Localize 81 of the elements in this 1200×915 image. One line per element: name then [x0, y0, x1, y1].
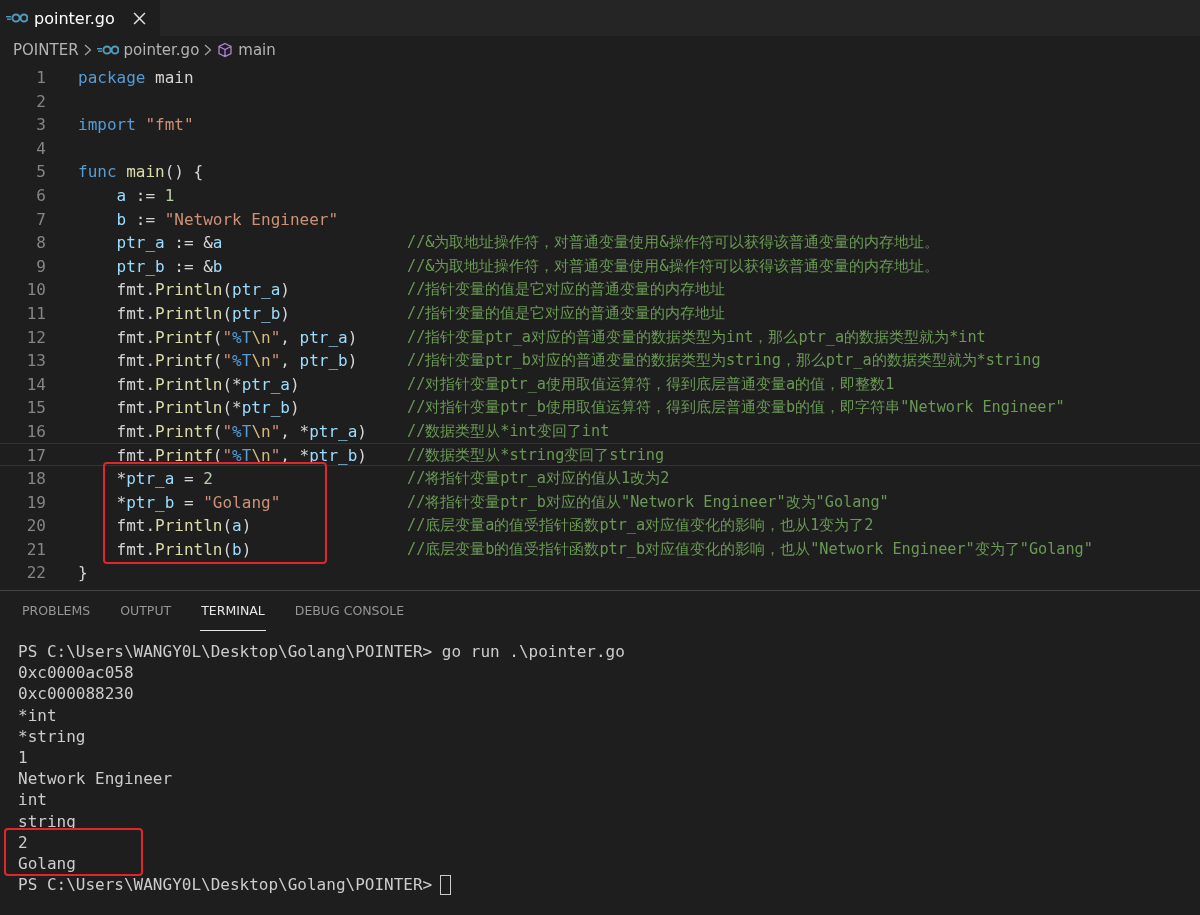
line-number: 20: [25, 515, 46, 538]
line-number: 11: [25, 302, 46, 325]
terminal-line: 2: [18, 831, 28, 853]
line-number: 18: [25, 468, 46, 491]
code-line: ptr_a := &a: [116, 232, 223, 255]
code-line: ptr_b := &b: [116, 255, 223, 278]
code-line: import "fmt": [78, 114, 194, 137]
code-comment: //指针变量的值是它对应的普通变量的内存地址: [407, 279, 727, 301]
line-number: 5: [35, 161, 46, 184]
file-type-icon: [96, 45, 119, 55]
chevron-icon: [204, 44, 213, 56]
terminal-line: *int: [18, 704, 57, 726]
code-line: b := "Network Engineer": [116, 208, 339, 231]
chevron-icon: [83, 44, 92, 56]
line-number: 22: [25, 562, 46, 585]
breadcrumb-item[interactable]: POINTER: [13, 41, 79, 59]
code-line: *ptr_a = 2: [116, 468, 213, 491]
terminal-line: string: [18, 810, 76, 832]
terminal-line: PS C:\Users\WANGY0L\Desktop\Golang\POINTER> go run .\pointer.go: [18, 641, 625, 663]
terminal-line: *string: [18, 725, 86, 747]
code-line: package main: [78, 67, 194, 89]
cube-icon: [217, 42, 234, 58]
close-icon[interactable]: [132, 11, 146, 25]
breadcrumb-item[interactable]: pointer.go: [123, 41, 200, 59]
code-line: fmt.Println(a): [116, 515, 252, 538]
terminal-line: PS C:\Users\WANGY0L\Desktop\Golang\POINTER>: [18, 874, 433, 896]
code-line: fmt.Println(ptr_a): [116, 279, 290, 302]
code-comment: //将指针变量ptr_a对应的值从1改为2: [407, 468, 671, 490]
file-type-icon: [6, 13, 28, 23]
code-line: }: [78, 562, 88, 585]
code-comment: //底层变量b的值受指针函数ptr_b对应值变化的影响，也从"Network Engineer"变为了"Golang": [407, 538, 1094, 560]
line-number: 1: [35, 67, 46, 89]
line-number: 13: [25, 350, 46, 373]
panel-tab[interactable]: OUTPUT: [119, 591, 173, 632]
editor-tab[interactable]: pointer.go: [0, 0, 160, 36]
line-number: 4: [35, 137, 46, 160]
line-number: 3: [35, 114, 46, 137]
line-number: 16: [25, 420, 46, 443]
code-comment: //对指针变量ptr_b使用取值运算符，得到底层普通变量b的值，即字符串"Network Engineer": [407, 397, 1066, 419]
line-number: 15: [25, 397, 46, 420]
code-comment: //数据类型从*string变回了string: [407, 444, 666, 466]
code-comment: //底层变量a的值受指针函数ptr_a对应值变化的影响，也从1变为了2: [407, 515, 875, 537]
terminal-line: Network Engineer: [18, 768, 173, 790]
code-line: fmt.Printf("%T\n", *ptr_a): [116, 420, 367, 443]
breadcrumb-item[interactable]: main: [238, 41, 276, 59]
line-number: 12: [25, 326, 46, 349]
code-line: *ptr_b = "Golang": [116, 491, 281, 514]
line-number: 17: [25, 444, 46, 467]
code-line: fmt.Println(b): [116, 538, 252, 561]
code-line: fmt.Println(*ptr_b): [116, 397, 300, 420]
terminal-line: Golang: [18, 852, 76, 875]
code-line: fmt.Printf("%T\n", ptr_a): [116, 326, 358, 349]
line-number: 8: [35, 232, 46, 255]
panel-tab[interactable]: DEBUG CONSOLE: [293, 591, 406, 632]
code-comment: //&为取地址操作符，对普通变量使用&操作符可以获得该普通变量的内存地址。: [407, 232, 940, 254]
code-line: fmt.Println(*ptr_a): [116, 373, 300, 396]
line-number: 9: [35, 255, 46, 278]
line-number: 10: [25, 279, 46, 302]
code-comment: //&为取地址操作符，对普通变量使用&操作符可以获得该普通变量的内存地址。: [407, 255, 940, 277]
code-comment: //指针变量ptr_b对应的普通变量的数据类型为string，那么ptr_a的数据类型就为*string: [407, 350, 1042, 372]
code-line: func main() {: [78, 161, 204, 184]
line-number: 14: [25, 373, 46, 396]
code-comment: //指针变量的值是它对应的普通变量的内存地址: [407, 302, 727, 324]
code-line: fmt.Printf("%T\n", ptr_b): [116, 350, 358, 373]
line-number: 6: [35, 184, 46, 207]
code-comment: //将指针变量ptr_b对应的值从"Network Engineer"改为"Golang": [407, 491, 890, 513]
line-number: 19: [25, 491, 46, 514]
line-number: 2: [35, 90, 46, 113]
line-number: 21: [25, 538, 46, 561]
panel-tab[interactable]: PROBLEMS: [21, 591, 92, 632]
panel-tab[interactable]: TERMINAL: [200, 591, 266, 632]
code-line: a := 1: [116, 184, 175, 207]
code-comment: //数据类型从*int变回了int: [407, 420, 611, 442]
terminal-line: 0xc0000ac058: [18, 662, 134, 684]
terminal-line: 0xc000088230: [18, 683, 134, 705]
code-comment: //对指针变量ptr_a使用取值运算符，得到底层普通变量a的值，即整数1: [407, 373, 896, 395]
line-number: 7: [35, 208, 46, 231]
terminal-line: 1: [18, 747, 28, 769]
code-comment: //指针变量ptr_a对应的普通变量的数据类型为int，那么ptr_a的数据类型就为*int: [407, 326, 987, 348]
terminal-line: int: [18, 789, 47, 811]
code-line: fmt.Println(ptr_b): [116, 302, 290, 325]
